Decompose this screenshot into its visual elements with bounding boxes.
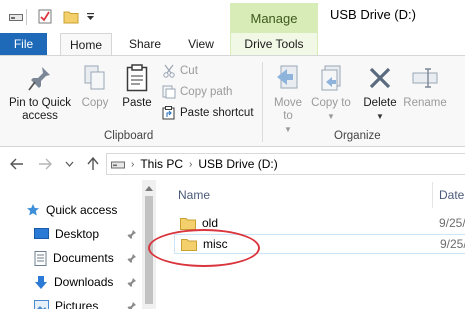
nav-item-label: Desktop [55, 227, 100, 241]
cut-label: Cut [180, 65, 198, 77]
paste-shortcut-icon [162, 106, 175, 120]
star-icon [27, 204, 39, 216]
ribbon-group-divider [262, 62, 263, 142]
breadcrumb-usb-drive[interactable]: USB Drive (D:) [198, 157, 277, 171]
copy-path-icon [162, 85, 176, 99]
nav-item-documents[interactable]: Documents [34, 247, 114, 269]
move-to-dropdown-arrow: ▼ [284, 125, 292, 134]
paste-label: Paste [122, 97, 152, 109]
nav-item-quick-access[interactable]: Quick access [26, 199, 117, 221]
nav-item-label: Downloads [54, 275, 114, 289]
column-header-name[interactable]: Name [178, 188, 210, 202]
nav-item-downloads[interactable]: Downloads [34, 271, 113, 293]
breadcrumb-this-pc[interactable]: This PC [140, 157, 183, 171]
nav-item-label: Documents [53, 251, 114, 265]
scroll-up-arrow-icon[interactable] [142, 182, 156, 194]
cut-button[interactable]: Cut [162, 61, 198, 81]
copy-to-button[interactable]: Copy to ▼ [311, 62, 351, 123]
quick-access-divider [26, 9, 27, 25]
red-highlight-ellipse [148, 229, 260, 267]
copy-to-label: Copy to [311, 97, 351, 109]
file-date: 9/25/ [439, 216, 465, 230]
pinned-icon [126, 252, 138, 264]
rename-label: Rename [403, 97, 447, 109]
drive-icon[interactable] [8, 0, 24, 33]
delete-button[interactable]: Delete ▼ [360, 62, 400, 123]
pictures-folder-icon [34, 300, 49, 309]
pinned-icon [126, 300, 138, 309]
paste-shortcut-button[interactable]: Paste shortcut [162, 103, 254, 123]
address-bar[interactable]: › This PC › USB Drive (D:) [106, 153, 465, 175]
copy-to-icon [311, 62, 351, 94]
window-title: USB Drive (D:) [330, 7, 416, 22]
column-divider[interactable] [432, 182, 433, 208]
nav-item-desktop[interactable]: Desktop [34, 223, 99, 245]
downloads-folder-icon [35, 275, 47, 289]
new-folder-icon[interactable] [62, 0, 80, 33]
tab-view[interactable]: View [178, 33, 224, 55]
pinned-icon [126, 276, 138, 288]
breadcrumb-separator: › [189, 158, 193, 170]
paste-button[interactable]: Paste [118, 62, 156, 110]
copy-icon [77, 62, 113, 94]
tab-home[interactable]: Home [60, 33, 112, 56]
copy-path-label: Copy path [180, 86, 233, 98]
delete-x-icon [360, 62, 400, 94]
recent-locations-chevron-icon[interactable] [62, 154, 76, 174]
move-to-button[interactable]: Move to ▼ [268, 62, 308, 136]
copy-to-dropdown-arrow: ▼ [327, 112, 335, 121]
file-name: old [202, 216, 219, 230]
delete-dropdown-arrow: ▼ [376, 112, 384, 121]
address-row: › This PC › USB Drive (D:) [0, 148, 465, 180]
rename-button[interactable]: Rename [403, 62, 447, 110]
pin-quick-access-label: Pin to Quick access [9, 97, 71, 122]
move-to-label: Move to [273, 97, 303, 122]
title-bar: Manage USB Drive (D:) [0, 0, 465, 33]
forward-arrow-icon[interactable] [36, 154, 54, 174]
desktop-folder-icon [34, 228, 49, 239]
pin-icon [4, 62, 76, 94]
rename-icon [403, 62, 447, 94]
pin-quick-access-button[interactable]: Pin to Quick access [4, 62, 76, 123]
navigation-pane: Quick access Desktop Documents Downloads… [0, 180, 160, 309]
copy-path-button[interactable]: Copy path [162, 82, 232, 102]
drive-icon [111, 161, 125, 168]
column-header-date[interactable]: Date [439, 188, 464, 202]
up-arrow-icon[interactable] [84, 154, 102, 174]
tab-drive-tools[interactable]: Drive Tools [230, 33, 318, 55]
organize-group-label: Organize [334, 130, 381, 142]
documents-folder-icon [34, 250, 47, 266]
ribbon: Pin to Quick access Copy Paste Cut Copy … [0, 55, 465, 147]
folder-icon [180, 217, 196, 230]
manage-tab-header: Manage [230, 3, 318, 33]
properties-icon[interactable] [36, 0, 54, 33]
breadcrumb-separator: › [131, 158, 135, 170]
clipboard-group-label: Clipboard [104, 130, 154, 142]
customize-toolbar-icon[interactable] [84, 0, 96, 33]
tab-share[interactable]: Share [122, 33, 168, 55]
delete-label: Delete [363, 97, 397, 109]
pinned-icon [126, 228, 138, 240]
ribbon-tab-row: File Home Share View Drive Tools [0, 33, 465, 56]
move-to-icon [268, 62, 308, 94]
scissors-icon [163, 64, 175, 78]
back-arrow-icon[interactable] [8, 154, 26, 174]
nav-item-pictures[interactable]: Pictures [34, 295, 98, 309]
paste-shortcut-label: Paste shortcut [180, 107, 254, 119]
paste-icon [118, 62, 156, 94]
nav-item-label: Pictures [55, 299, 99, 309]
tab-file[interactable]: File [0, 33, 47, 55]
copy-button[interactable]: Copy [77, 62, 113, 110]
copy-label: Copy [81, 97, 109, 109]
nav-item-label: Quick access [46, 203, 118, 217]
file-date: 9/25/ [440, 237, 465, 251]
